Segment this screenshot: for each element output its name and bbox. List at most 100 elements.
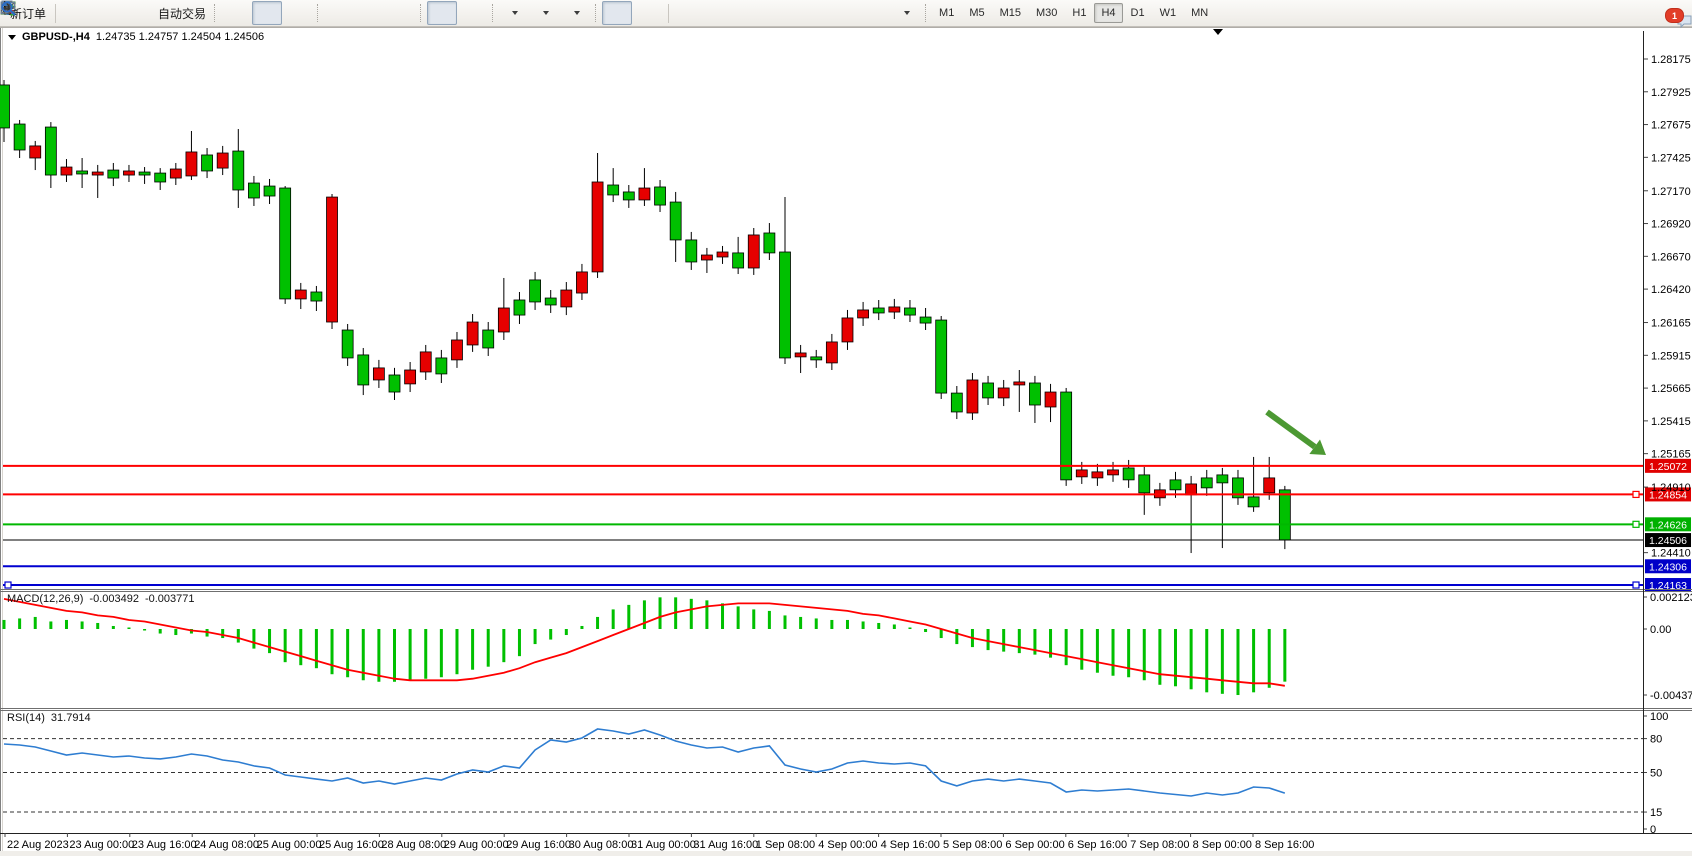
macd-indicator-label: MACD(12,26,9) -0.003492 -0.003771	[7, 593, 195, 605]
svg-text:1.25165: 1.25165	[1651, 449, 1691, 461]
svg-text:50: 50	[1650, 768, 1662, 780]
svg-text:8 Sep 16:00: 8 Sep 16:00	[1255, 839, 1314, 851]
time-axis: 22 Aug 202323 Aug 00:0023 Aug 16:0024 Au…	[5, 833, 1314, 851]
bar-chart-button[interactable]	[221, 1, 251, 25]
svg-text:1.25415: 1.25415	[1651, 416, 1691, 428]
horizontal-line-button[interactable]	[705, 1, 735, 25]
tab-m30[interactable]: M30	[1029, 3, 1064, 23]
dropdown-caret	[543, 11, 549, 15]
search-icon[interactable]	[0, 0, 17, 17]
svg-text:1.27170: 1.27170	[1651, 186, 1691, 198]
svg-text:25 Aug 00:00: 25 Aug 00:00	[257, 839, 322, 851]
profile-button[interactable]	[92, 1, 122, 25]
line-handle	[5, 582, 11, 588]
svg-text:1.24910: 1.24910	[1651, 482, 1691, 494]
auto-scroll-button[interactable]	[427, 1, 457, 25]
text-button[interactable]: A	[829, 1, 859, 25]
crosshair-button[interactable]	[633, 1, 663, 25]
svg-text:22 Aug 2023: 22 Aug 2023	[7, 839, 69, 851]
mt4-window: 新订单	[0, 0, 1692, 856]
svg-text:4 Sep 16:00: 4 Sep 16:00	[881, 839, 940, 851]
chart-canvas[interactable]: 1.250721.248541.246261.245061.243061.241…	[0, 0, 1692, 856]
chart-top-marker	[1213, 29, 1223, 35]
toolbar-grip	[492, 4, 495, 22]
zoom-out-button[interactable]	[355, 1, 385, 25]
zoom-in-button[interactable]	[324, 1, 354, 25]
svg-text:5 Sep 08:00: 5 Sep 08:00	[943, 839, 1002, 851]
svg-text:1.24410: 1.24410	[1651, 548, 1691, 560]
line-handle	[1633, 582, 1639, 588]
macd-name: MACD(12,26,9)	[7, 593, 83, 605]
toolbar: 新订单	[0, 0, 1692, 27]
svg-text:1.25665: 1.25665	[1651, 383, 1691, 395]
chart-shift-button[interactable]	[458, 1, 488, 25]
fibonacci-button[interactable]: F	[798, 1, 828, 25]
vertical-line-button[interactable]	[674, 1, 704, 25]
macd-main-value: -0.003492	[89, 593, 139, 605]
dropdown-caret	[574, 11, 580, 15]
trend-arrow-annotation	[1267, 412, 1326, 455]
price-axis: 1.281751.279251.276751.274251.271701.269…	[1643, 54, 1691, 560]
svg-text:6 Sep 16:00: 6 Sep 16:00	[1068, 839, 1127, 851]
symbol-period-label: GBPUSD-,H4	[22, 31, 90, 43]
signals-button[interactable]	[123, 1, 153, 25]
svg-text:80: 80	[1650, 734, 1662, 746]
line-handle	[1633, 521, 1639, 527]
macd-signal-value: -0.003771	[145, 593, 195, 605]
svg-text:1 Sep 08:00: 1 Sep 08:00	[756, 839, 815, 851]
svg-text:0.00: 0.00	[1650, 624, 1671, 636]
tab-h4[interactable]: H4	[1094, 3, 1122, 23]
arrows-button[interactable]	[891, 1, 921, 25]
tab-mn[interactable]: MN	[1184, 3, 1215, 23]
svg-text:1.26670: 1.26670	[1651, 251, 1691, 263]
svg-text:23 Aug 00:00: 23 Aug 00:00	[69, 839, 134, 851]
line-chart-button[interactable]	[283, 1, 313, 25]
chart-menu-icon[interactable]	[8, 35, 16, 40]
toolbar-separator	[668, 4, 669, 23]
tab-m5[interactable]: M5	[962, 3, 991, 23]
tab-m15[interactable]: M15	[993, 3, 1028, 23]
indicators-button[interactable]	[499, 1, 529, 25]
candlestick-series	[0, 80, 1290, 553]
svg-text:1.25915: 1.25915	[1651, 350, 1691, 362]
toolbar-grip	[420, 4, 423, 22]
candlestick-chart-button[interactable]	[252, 1, 282, 25]
templates-button[interactable]	[561, 1, 591, 25]
toolbar-grip	[317, 4, 320, 22]
tile-windows-button[interactable]	[386, 1, 416, 25]
price-lines: 1.250721.248541.246261.245061.243061.241…	[3, 459, 1691, 592]
tab-w1[interactable]: W1	[1153, 3, 1184, 23]
svg-text:25 Aug 16:00: 25 Aug 16:00	[319, 839, 384, 851]
macd-axis: 0.0021230.00-0.004378	[1643, 592, 1692, 702]
tab-m1[interactable]: M1	[932, 3, 961, 23]
svg-text:8 Sep 00:00: 8 Sep 00:00	[1193, 839, 1252, 851]
svg-text:7 Sep 08:00: 7 Sep 08:00	[1130, 839, 1189, 851]
tab-h1[interactable]: H1	[1065, 3, 1093, 23]
dropdown-caret	[904, 11, 910, 15]
line-handle	[1633, 491, 1639, 497]
rsi-value: 31.7914	[51, 712, 91, 724]
trendline-button[interactable]	[736, 1, 766, 25]
svg-text:1.27675: 1.27675	[1651, 120, 1691, 132]
chart-title: GBPUSD-,H4 1.24735 1.24757 1.24504 1.245…	[8, 31, 264, 43]
window-bottom-edge	[0, 851, 1692, 856]
notification-badge: 1	[1665, 8, 1684, 23]
auto-trading-button[interactable]: 自动交易	[154, 1, 210, 25]
text-label-button[interactable]: T	[860, 1, 890, 25]
toolbar-grip	[214, 4, 217, 22]
svg-text:1.28175: 1.28175	[1651, 54, 1691, 66]
svg-text:-0.004378: -0.004378	[1650, 690, 1692, 702]
ingot-button[interactable]	[61, 1, 91, 25]
ohlc-quotes: 1.24735 1.24757 1.24504 1.24506	[96, 31, 264, 43]
periods-button[interactable]	[530, 1, 560, 25]
svg-text:4 Sep 00:00: 4 Sep 00:00	[818, 839, 877, 851]
svg-text:31 Aug 00:00: 31 Aug 00:00	[631, 839, 696, 851]
tab-d1[interactable]: D1	[1124, 3, 1152, 23]
equidistant-channel-button[interactable]: E	[767, 1, 797, 25]
svg-text:30 Aug 08:00: 30 Aug 08:00	[569, 839, 634, 851]
cursor-button[interactable]	[602, 1, 632, 25]
svg-text:1.27925: 1.27925	[1651, 87, 1691, 99]
svg-text:6 Sep 00:00: 6 Sep 00:00	[1005, 839, 1064, 851]
svg-text:1.27425: 1.27425	[1651, 152, 1691, 164]
svg-text:24 Aug 08:00: 24 Aug 08:00	[194, 839, 259, 851]
